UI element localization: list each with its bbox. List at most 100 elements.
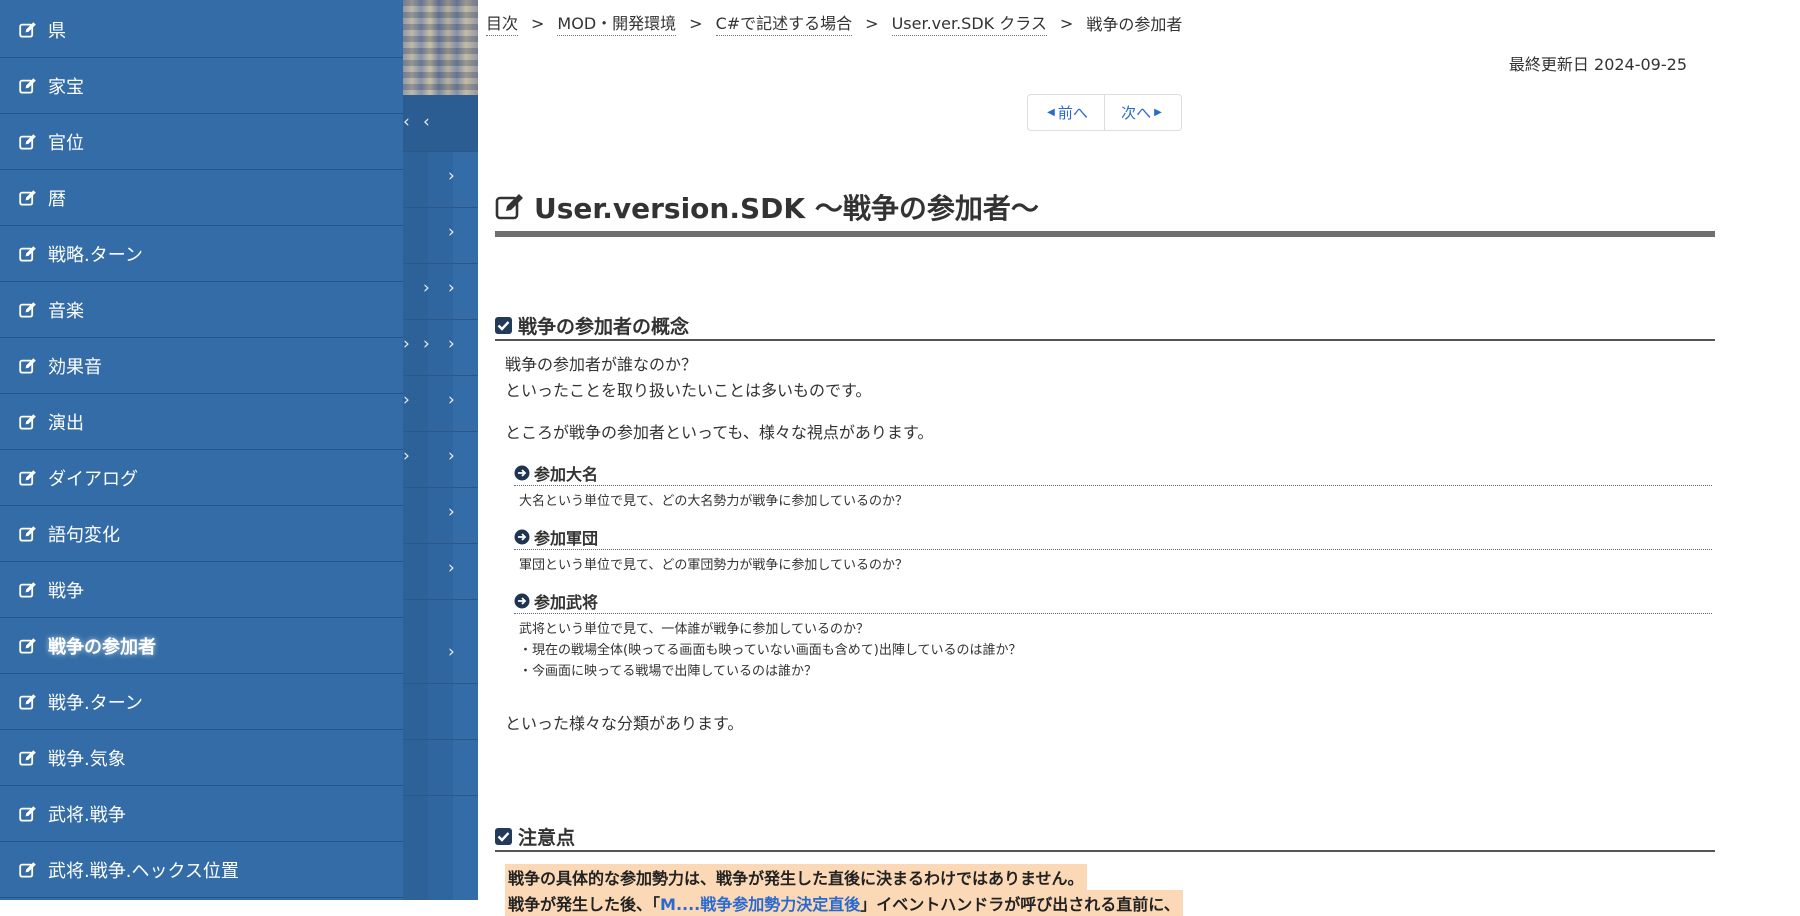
sidebar-item-label: 戦争.ターン	[48, 692, 143, 714]
breadcrumb-link-csharp[interactable]: C#で記述する場合	[715, 10, 853, 36]
sidebar-item[interactable]: 効果音	[0, 338, 403, 394]
event-handler-link[interactable]: M....戦争参加勢力決定直後	[660, 895, 860, 914]
breadcrumb-link-toc[interactable]: 目次	[486, 10, 519, 36]
breadcrumb-link-mod[interactable]: MOD・開発環境	[557, 10, 677, 36]
sidebar-item[interactable]: 暦	[0, 170, 403, 226]
sidebar-item[interactable]: 官位	[0, 114, 403, 170]
edit-icon	[19, 805, 36, 821]
sidebar-item[interactable]: ダイアログ	[0, 450, 403, 506]
divider	[403, 739, 478, 740]
sidebar-item-label: 戦争の参加者	[48, 636, 156, 658]
sub-description: 大名という単位で見て、どの大名勢力が戦争に参加しているのか？	[519, 494, 908, 509]
subheading-corps: 参加軍団	[514, 524, 1712, 550]
sidebar-item[interactable]: 家宝	[0, 58, 403, 114]
edit-icon	[19, 189, 36, 205]
next-page-button[interactable]: 次へ ▶	[1104, 95, 1181, 130]
chevron-right-icon[interactable]: ›	[448, 446, 455, 466]
sidebar-item-label: 武将.戦争	[48, 804, 126, 826]
back-bar[interactable]	[403, 95, 478, 151]
edit-icon	[19, 749, 36, 765]
sidebar-item[interactable]: 音楽	[0, 282, 403, 338]
chevron-left-icon[interactable]: ‹	[403, 112, 410, 132]
chevron-right-icon[interactable]: ›	[423, 278, 430, 298]
chevron-right-icon[interactable]: ›	[403, 446, 410, 466]
divider	[403, 683, 478, 684]
breadcrumb-separator: >	[531, 13, 545, 33]
chevron-right-icon[interactable]: ›	[448, 390, 455, 410]
text-line: 戦争の参加者が誰なのか？	[505, 355, 698, 374]
sidebar-item-label: 県	[48, 20, 66, 42]
chevron-right-icon[interactable]: ›	[448, 278, 455, 298]
outro-paragraph: といった様々な分類があります。	[505, 714, 744, 733]
divider	[403, 151, 478, 152]
chevron-right-icon[interactable]: ›	[448, 166, 455, 186]
sidebar-item[interactable]: 戦争.ターン	[0, 674, 403, 730]
sidebar-item[interactable]: 武将.戦争	[0, 786, 403, 842]
edit-icon	[19, 413, 36, 429]
arrow-circle-right-icon	[514, 593, 530, 608]
arrow-circle-right-icon	[514, 465, 530, 480]
sidebar-nav: 県家宝官位暦戦略.ターン 音楽効果音 演出ダイアログ語句変化戦争戦争の参加者 戦争.タ…	[0, 0, 403, 900]
sidebar-item-label: 音楽	[48, 300, 84, 322]
breadcrumb-link-sdk-class[interactable]: User.ver.SDK クラス	[891, 10, 1047, 36]
page-title-bar: User.version.SDK 〜戦争の参加者〜	[495, 183, 1715, 237]
edit-icon	[19, 637, 36, 653]
arrow-circle-right-icon	[514, 529, 530, 544]
divider	[403, 431, 478, 432]
header-banner-image	[403, 0, 478, 95]
chevron-right-icon[interactable]: ›	[423, 334, 430, 354]
sidebar-item-label: 暦	[48, 188, 66, 210]
divider	[403, 543, 478, 544]
edit-icon	[19, 861, 36, 877]
sidebar-item[interactable]: 県	[0, 2, 403, 58]
edit-icon	[19, 581, 36, 597]
text-line: ・現在の戦場全体(映ってる画面も映っていない画面も含めて)出陣しているのは誰か？	[519, 643, 1022, 658]
sidebar-item[interactable]: 戦争.気象	[0, 730, 403, 786]
subheading-title: 参加軍団	[534, 528, 599, 548]
divider	[403, 599, 478, 600]
chevron-right-icon[interactable]: ›	[448, 334, 455, 354]
sidebar-item[interactable]: 語句変化	[0, 506, 403, 562]
divider	[403, 263, 478, 264]
divider	[403, 795, 478, 796]
intro-paragraph-2: ところが戦争の参加者といっても、様々な視点があります。	[505, 423, 934, 442]
sidebar-item-label: 戦争	[48, 580, 84, 602]
divider	[403, 319, 478, 320]
breadcrumb-separator: >	[1059, 13, 1074, 33]
chevron-left-icon[interactable]: ‹	[423, 112, 430, 132]
caret-right-icon: ▶	[1154, 107, 1162, 118]
sidebar-item[interactable]: 戦争	[0, 562, 403, 618]
chevron-right-icon[interactable]: ›	[448, 642, 455, 662]
section-title: 注意点	[518, 826, 576, 849]
sidebar-item-label: 武将.戦争.ヘックス位置	[48, 860, 239, 882]
sidebar-item[interactable]: 演出	[0, 394, 403, 450]
sub-description: 軍団という単位で見て、どの軍団勢力が戦争に参加しているのか？	[519, 558, 908, 573]
chevron-right-icon[interactable]: ›	[403, 334, 410, 354]
divider	[403, 207, 478, 208]
sidebar-item[interactable]: 武将.戦争.ヘックス位置	[0, 842, 403, 898]
chevron-right-icon[interactable]: ›	[448, 222, 455, 242]
edit-icon	[19, 245, 36, 261]
chevron-right-icon[interactable]: ›	[448, 502, 455, 522]
edit-icon	[19, 357, 36, 373]
text-line: 武将という単位で見て、一体誰が戦争に参加しているのか？	[519, 622, 869, 637]
sidebar-item-label: ダイアログ	[48, 468, 138, 490]
prev-page-button[interactable]: ◀ 前へ	[1028, 95, 1104, 130]
sidebar-item[interactable]: 戦略.ターン	[0, 226, 403, 282]
sidebar-list: 県家宝官位暦戦略.ターン 音楽効果音 演出ダイアログ語句変化戦争戦争の参加者 戦争.タ…	[0, 2, 403, 898]
sidebar-item-label: 戦争.気象	[48, 748, 126, 770]
chevron-right-icon[interactable]: ›	[403, 390, 410, 410]
chevron-right-icon[interactable]: ›	[448, 558, 455, 578]
sidebar-item-label: 家宝	[48, 76, 84, 98]
last-updated: 最終更新日 2024-09-25	[1508, 55, 1687, 74]
section-heading-concept: 戦争の参加者の概念	[495, 311, 1715, 341]
sidebar-item[interactable]: 戦争の参加者	[0, 618, 403, 674]
breadcrumb: 目次 > MOD・開発環境 > C#で記述する場合 > User.ver.SDK…	[486, 10, 1182, 36]
prev-label: 前へ	[1057, 104, 1088, 122]
page-title: User.version.SDK 〜戦争の参加者〜	[534, 192, 1039, 225]
divider	[403, 487, 478, 488]
sidebar-item-label: 戦略.ターン	[48, 244, 143, 266]
edit-icon	[19, 525, 36, 541]
divider	[403, 375, 478, 376]
edit-icon	[495, 194, 523, 220]
